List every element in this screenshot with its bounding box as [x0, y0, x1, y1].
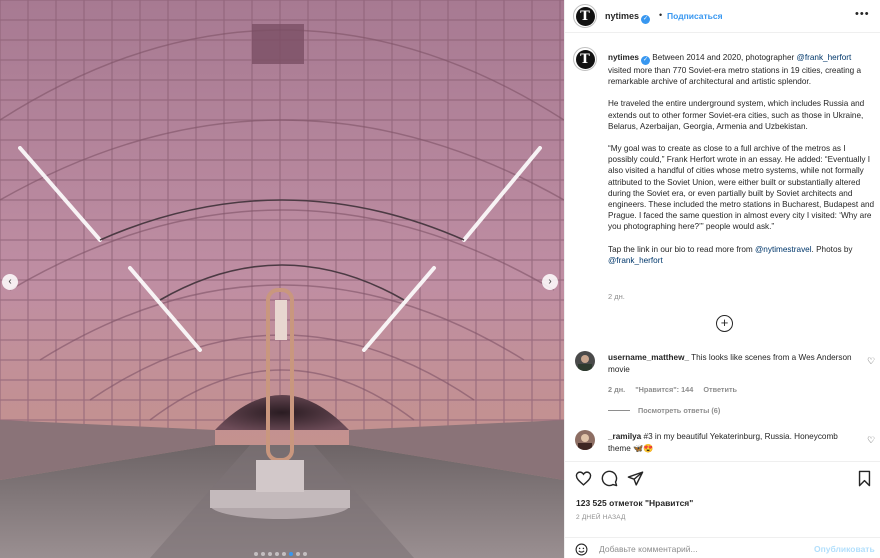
- comment-icon[interactable]: [601, 470, 618, 487]
- caption-text: Tap the link in our bio to read more fro…: [608, 244, 755, 254]
- save-bookmark-icon[interactable]: [857, 470, 872, 487]
- more-options-icon[interactable]: •••: [855, 8, 870, 20]
- likes-count[interactable]: 123 525 отметок "Нравится": [576, 498, 693, 508]
- caption-paragraph-2: He traveled the entire underground syste…: [608, 99, 865, 131]
- comment-input[interactable]: [599, 542, 799, 556]
- caption-username[interactable]: nytimes: [608, 53, 639, 62]
- post-actions: 123 525 отметок "Нравится" 2 ДНЕЙ НАЗАД …: [565, 461, 880, 558]
- caption-text: . Photos by: [811, 244, 853, 254]
- carousel-dot: [282, 552, 286, 556]
- post-photo[interactable]: ‹ ›: [0, 0, 564, 558]
- share-icon[interactable]: [627, 470, 644, 487]
- view-replies-label[interactable]: Посмотреть ответы (6): [638, 406, 720, 415]
- caption-text: Between 2014 and 2020, photographer: [652, 53, 797, 62]
- avatar-photo-icon: [575, 351, 595, 371]
- caption-paragraph-1: nytimes ✓ Between 2014 and 2020, photogra…: [608, 52, 876, 87]
- like-comment-icon[interactable]: ♡: [867, 435, 875, 446]
- load-more-comments-button[interactable]: +: [716, 315, 733, 332]
- metro-station-photo: [0, 0, 564, 558]
- carousel-indicator: [254, 552, 307, 556]
- author-username-text[interactable]: nytimes: [605, 11, 639, 21]
- carousel-dot: [254, 552, 258, 556]
- verified-badge-icon: ✓: [641, 15, 651, 24]
- divider: [608, 410, 630, 411]
- view-replies-button[interactable]: Посмотреть ответы (6): [608, 406, 720, 415]
- commenter-avatar[interactable]: [575, 351, 595, 371]
- like-comment-icon[interactable]: ♡: [867, 356, 875, 367]
- carousel-prev-button[interactable]: ‹: [2, 274, 18, 290]
- nyt-logo-icon: T: [575, 6, 595, 26]
- carousel-dot: [261, 552, 265, 556]
- caption-avatar[interactable]: T: [573, 47, 597, 71]
- post-age: 2 ДНЕЙ НАЗАД: [576, 514, 626, 521]
- publish-comment-button[interactable]: Опубликовать: [814, 544, 875, 554]
- comment-text: _ramilya #3 in my beautiful Yekaterinbur…: [608, 431, 858, 454]
- caption-paragraph-4: Tap the link in our bio to read more fro…: [608, 244, 876, 266]
- comment-meta: 2 дн. "Нравится": 144 Ответить: [608, 385, 745, 394]
- comment-likes[interactable]: "Нравится": 144: [635, 385, 693, 394]
- mention-link[interactable]: @frank_herfort: [608, 256, 663, 265]
- header-separator: •: [659, 10, 663, 20]
- emoji-smiley-icon[interactable]: [575, 543, 588, 556]
- commenter-avatar[interactable]: [575, 430, 595, 450]
- post-header: T nytimes ✓ • Подписаться •••: [565, 0, 880, 33]
- comment-text: username_matthew_ This looks like scenes…: [608, 352, 858, 375]
- carousel-dot: [289, 552, 293, 556]
- post-dialog: ‹ › T nytimes ✓ • Подписаться ••• T nytim…: [0, 0, 880, 558]
- verified-badge-icon: ✓: [640, 56, 650, 65]
- nytimes-avatar[interactable]: T: [573, 4, 597, 28]
- nyt-logo-icon: T: [575, 49, 595, 69]
- carousel-dot: [296, 552, 300, 556]
- carousel-dot: [303, 552, 307, 556]
- caption-time: 2 дн.: [608, 292, 625, 301]
- carousel-dot: [275, 552, 279, 556]
- mention-link[interactable]: @nytimestravel: [755, 245, 812, 254]
- author-username[interactable]: nytimes ✓: [605, 11, 651, 24]
- post-side-panel: T nytimes ✓ • Подписаться ••• T nytimes ✓ …: [564, 0, 880, 558]
- like-heart-icon[interactable]: [575, 470, 592, 487]
- carousel-next-button[interactable]: ›: [542, 274, 558, 290]
- caption-text: visited more than 770 Soviet-era metro s…: [608, 66, 862, 87]
- mention-link[interactable]: @frank_herfort: [797, 53, 852, 62]
- follow-button[interactable]: Подписаться: [667, 11, 723, 21]
- caption-paragraph-3: “My goal was to create as close to a ful…: [608, 144, 875, 232]
- avatar-photo-icon: [575, 430, 595, 450]
- comment-time: 2 дн.: [608, 385, 626, 394]
- comment-username[interactable]: _ramilya: [608, 432, 641, 441]
- reply-button[interactable]: Ответить: [703, 385, 737, 394]
- comment-body: #3 in my beautiful Yekaterinburg, Russia…: [608, 432, 838, 453]
- carousel-dot: [268, 552, 272, 556]
- add-comment-bar: Опубликовать: [565, 537, 880, 558]
- post-caption: nytimes ✓ Between 2014 and 2020, photogra…: [608, 52, 876, 277]
- comment-username[interactable]: username_matthew_: [608, 353, 689, 362]
